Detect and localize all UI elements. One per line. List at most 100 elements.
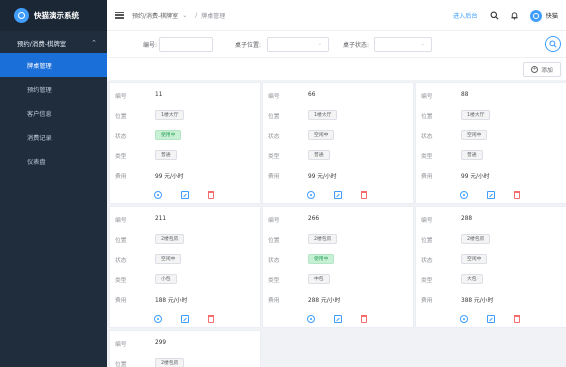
type-tag: 普通 <box>155 150 177 160</box>
type-tag: 大包 <box>461 274 483 284</box>
add-button[interactable]: + 添加 <box>523 62 561 77</box>
sidebar-item-label: 客户信息 <box>27 110 52 118</box>
table-card: 编号 66 位置 1楼大厅 状态 空闲中 类型 普通 费用 99 元/小时 <box>262 82 414 204</box>
number-filter-input[interactable] <box>159 36 213 52</box>
price-value: 99 元/小时 <box>461 173 490 180</box>
search-button[interactable] <box>545 36 561 52</box>
delete-icon[interactable] <box>361 191 367 199</box>
sidebar-item-label: 消费记录 <box>27 134 52 142</box>
edit-icon[interactable] <box>487 315 495 323</box>
chevron-down-icon: ⌄ <box>317 40 322 47</box>
search-icon[interactable] <box>490 11 500 21</box>
status-badge: 空闲中 <box>461 254 488 264</box>
filter-bar: 编号: 桌子位置: ⌄ 桌子状态: ⌄ <box>107 31 566 57</box>
table-card: 编号 211 位置 2楼包房 状态 空闲中 类型 小包 费用 188 元/小时 <box>109 206 261 328</box>
menu-group-reservation[interactable]: 预约/消费-棋牌室 ⌃ <box>0 33 107 53</box>
card-row-type: 类型 普通 <box>110 145 260 165</box>
view-icon[interactable] <box>307 191 315 199</box>
card-actions <box>263 309 413 329</box>
view-icon[interactable] <box>154 191 162 199</box>
status-filter-select[interactable]: ⌄ <box>374 36 432 52</box>
position-tag: 2楼包房 <box>308 234 338 244</box>
plus-circle-icon: + <box>531 66 539 73</box>
card-row-type: 类型 普通 <box>416 145 566 165</box>
field-label: 位置 <box>115 237 127 244</box>
breadcrumb: 预约/消费-棋牌室 ⌄ / 牌桌管理 <box>132 11 225 20</box>
delete-icon[interactable] <box>208 315 214 323</box>
card-row-position: 位置 2楼包房 <box>110 353 260 367</box>
breadcrumb-item[interactable]: 预约/消费-棋牌室 <box>132 11 178 20</box>
field-label: 位置 <box>421 113 433 120</box>
delete-icon[interactable] <box>361 315 367 323</box>
menu-toggle-icon[interactable] <box>115 11 124 19</box>
card-row-type: 类型 大包 <box>416 269 566 289</box>
price-value: 188 元/小时 <box>155 297 188 304</box>
field-label: 类型 <box>115 277 127 284</box>
card-row-price: 费用 99 元/小时 <box>263 165 413 185</box>
status-badge: 使用中 <box>155 130 182 140</box>
delete-icon[interactable] <box>514 315 520 323</box>
avatar[interactable] <box>529 9 542 22</box>
action-bar: + 添加 <box>107 57 566 80</box>
price-value: 99 元/小时 <box>155 173 184 180</box>
sidebar-item-table-management[interactable]: 牌桌管理 <box>0 53 107 77</box>
field-label: 编号 <box>421 93 433 100</box>
position-tag: 2楼包房 <box>461 234 491 244</box>
admin-link[interactable]: 进入后台 <box>453 11 478 20</box>
card-row-status: 状态 使用中 <box>263 249 413 269</box>
field-label: 费用 <box>421 173 433 180</box>
field-label: 费用 <box>115 173 127 180</box>
logo-icon <box>14 8 29 23</box>
brand[interactable]: 快猫演示系统 <box>0 0 107 31</box>
card-row-position: 位置 2楼包房 <box>110 229 260 249</box>
view-icon[interactable] <box>307 315 315 323</box>
card-row-status: 状态 空闲中 <box>416 125 566 145</box>
edit-icon[interactable] <box>487 191 495 199</box>
card-row-number: 编号 88 <box>416 85 566 105</box>
type-tag: 普通 <box>308 150 330 160</box>
price-value: 99 元/小时 <box>308 173 337 180</box>
view-icon[interactable] <box>460 191 468 199</box>
position-filter-select[interactable]: ⌄ <box>267 36 329 52</box>
table-number: 88 <box>461 92 469 98</box>
field-label: 类型 <box>421 153 433 160</box>
field-label: 位置 <box>115 113 127 120</box>
sidebar-item-dashboard[interactable]: 仪表盘 <box>0 149 107 173</box>
sidebar-item-consumption-records[interactable]: 消费记录 <box>0 125 107 149</box>
table-number: 288 <box>461 216 473 222</box>
breadcrumb-separator: / <box>195 11 198 19</box>
card-row-position: 位置 1楼大厅 <box>263 105 413 125</box>
username[interactable]: 快猫 <box>546 11 558 20</box>
delete-icon[interactable] <box>208 191 214 199</box>
view-icon[interactable] <box>460 315 468 323</box>
type-tag: 中包 <box>308 274 330 284</box>
bell-icon[interactable] <box>510 11 520 21</box>
field-label: 编号 <box>115 341 127 348</box>
card-actions <box>110 185 260 205</box>
edit-icon[interactable] <box>181 191 189 199</box>
sidebar-item-label: 牌桌管理 <box>27 62 52 70</box>
delete-icon[interactable] <box>514 191 520 199</box>
field-label: 费用 <box>115 297 127 304</box>
field-label: 编号 <box>421 217 433 224</box>
sidebar-item-customer-info[interactable]: 客户信息 <box>0 101 107 125</box>
status-badge: 空闲中 <box>308 130 335 140</box>
card-actions <box>110 309 260 329</box>
price-value: 388 元/小时 <box>461 297 494 304</box>
position-tag: 1楼大厅 <box>461 110 491 120</box>
edit-icon[interactable] <box>334 191 342 199</box>
number-filter-label: 编号: <box>143 41 158 49</box>
view-icon[interactable] <box>154 315 162 323</box>
app-title: 快猫演示系统 <box>34 11 79 20</box>
edit-icon[interactable] <box>181 315 189 323</box>
sidebar-item-label: 仪表盘 <box>27 158 46 166</box>
table-card: 编号 266 位置 2楼包房 状态 使用中 类型 中包 费用 288 元/小时 <box>262 206 414 328</box>
breadcrumb-item-current: 牌桌管理 <box>201 12 226 20</box>
field-label: 状态 <box>268 257 280 264</box>
card-row-number: 编号 288 <box>416 209 566 229</box>
position-filter-label: 桌子位置: <box>235 41 262 49</box>
header-actions: 进入后台 快猫 <box>453 0 558 31</box>
edit-icon[interactable] <box>334 315 342 323</box>
table-card: 编号 11 位置 1楼大厅 状态 使用中 类型 普通 费用 99 元/小时 <box>109 82 261 204</box>
sidebar-item-reservation-management[interactable]: 预约管理 <box>0 77 107 101</box>
